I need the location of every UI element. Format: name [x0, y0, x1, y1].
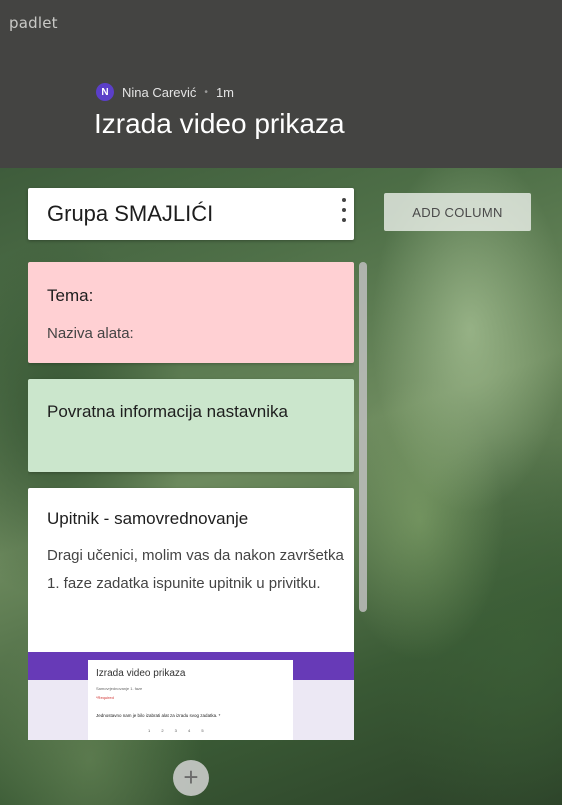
form-scale: 1 2 3 4 5: [148, 728, 204, 733]
padlet-logo[interactable]: padlet: [9, 14, 58, 32]
column-title[interactable]: Grupa SMAJLIĆI: [47, 201, 213, 227]
form-subtitle: Samovrjednovanje 1. faze: [96, 686, 143, 691]
timestamp: 1m: [215, 84, 234, 100]
author-row: N Nina Carević • 1m: [96, 83, 234, 101]
post-card[interactable]: Tema: Naziva alata:: [28, 262, 354, 363]
post-title: Povratna informacija nastavnika: [47, 402, 288, 421]
form-preview-sheet: Izrada video prikaza Samovrjednovanje 1.…: [88, 656, 293, 740]
post-card[interactable]: Upitnik - samovrednovanje Dragi učenici,…: [28, 488, 354, 740]
form-question: Jednostavno nam je bilo izabrati alat za…: [96, 713, 221, 718]
avatar[interactable]: N: [96, 83, 114, 101]
more-options-icon[interactable]: [340, 198, 348, 222]
separator-dot: •: [204, 86, 208, 98]
attachment-preview[interactable]: Izrada video prikaza Samovrjednovanje 1.…: [28, 652, 354, 740]
post-body: Dragi učenici, molim vas da nakon završe…: [47, 547, 344, 592]
column-posts: Tema: Naziva alata: Povratna informacija…: [28, 262, 354, 740]
column-scrollbar[interactable]: [359, 262, 367, 612]
post-title: Upitnik - samovrednovanje: [47, 509, 249, 528]
form-required-note: *Required: [96, 695, 114, 700]
post-card[interactable]: Povratna informacija nastavnika: [28, 379, 354, 472]
column-header: Grupa SMAJLIĆI: [28, 188, 354, 240]
padlet-header: padlet N Nina Carević • 1m Izrada video …: [0, 0, 562, 168]
author-name: Nina Carević: [122, 84, 197, 100]
form-title: Izrada video prikaza: [96, 668, 186, 679]
add-post-button[interactable]: +: [173, 760, 209, 796]
page-title: Izrada video prikaza: [94, 108, 345, 139]
post-body: Naziva alata:: [47, 325, 134, 342]
post-title: Tema:: [47, 286, 94, 305]
add-column-button[interactable]: ADD COLUMN: [384, 193, 531, 231]
